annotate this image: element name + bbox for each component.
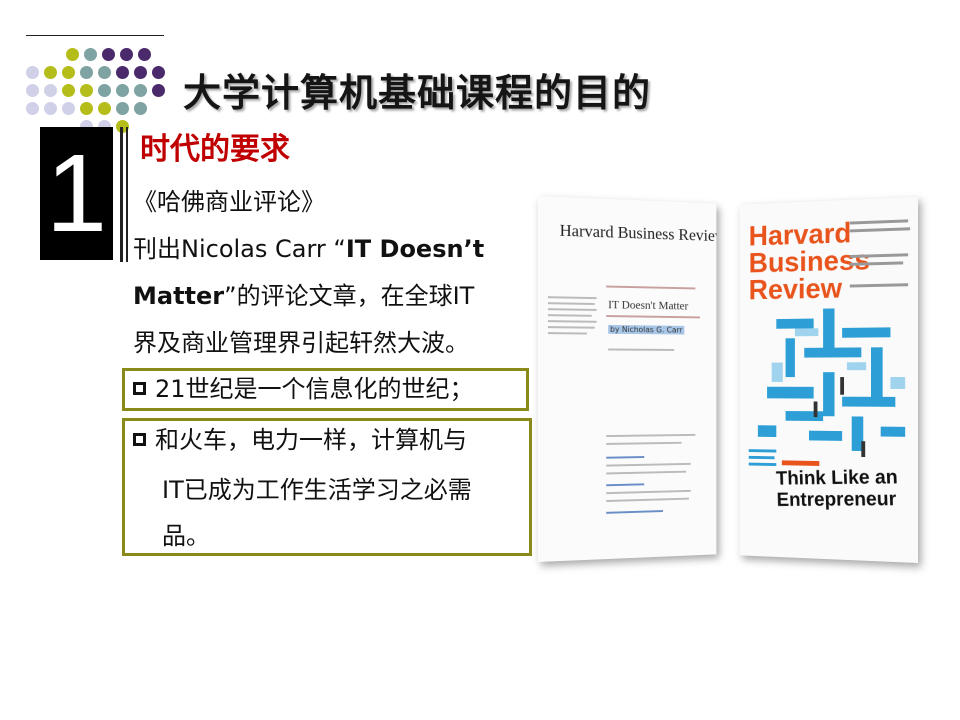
dot	[44, 84, 57, 97]
text-line	[547, 302, 595, 305]
text-line	[547, 320, 597, 323]
dot	[26, 66, 39, 79]
bullet-item: 21世纪是一个信息化的世纪；	[133, 374, 474, 404]
dot	[26, 84, 39, 97]
dot	[98, 66, 111, 79]
decorative-top-line	[26, 35, 164, 36]
dot	[138, 48, 151, 61]
dot	[44, 66, 57, 79]
text-line	[547, 332, 587, 335]
dot	[116, 102, 129, 115]
dot	[134, 84, 147, 97]
maze-illustration	[757, 308, 906, 458]
dot	[66, 48, 79, 61]
cover-text-line	[748, 462, 777, 467]
dot	[62, 102, 75, 115]
bullet-text: 和火车，电力一样，计算机与	[155, 426, 467, 454]
text-line	[606, 497, 689, 503]
bullet-text: 21世纪是一个信息化的世纪；	[155, 375, 474, 403]
bullet-text: IT已成为工作生活学习之必需	[162, 476, 472, 504]
magazine-cover-image: Harvard Business Review Think Like an En…	[739, 197, 918, 563]
magazine-cover-headline: Think Like an Entrepreneur	[776, 466, 899, 510]
cover-text-line	[748, 449, 777, 453]
text-line	[606, 462, 691, 467]
slide-title: 大学计算机基础课程的目的	[183, 71, 652, 115]
cover-text-line	[849, 283, 909, 288]
masthead-line: Review	[748, 272, 843, 307]
article-title-text: IT Doesn’t	[345, 235, 485, 263]
dot	[44, 102, 57, 115]
paragraph-line: 界及商业管理界引起轩然大波。	[133, 329, 469, 357]
checkbox-square-icon	[133, 381, 146, 395]
text-line	[606, 433, 696, 438]
dot	[98, 84, 111, 97]
dot	[98, 102, 111, 115]
paragraph-text: ”的评论文章，在全球IT	[224, 282, 475, 310]
magazine-masthead: Harvard Business Review	[559, 220, 717, 246]
paragraph-text: 刊出Nicolas Carr “	[133, 235, 346, 263]
text-line	[606, 470, 687, 475]
rule-line	[606, 315, 700, 319]
text-line	[547, 314, 592, 317]
text-line	[606, 489, 691, 495]
cover-text-line	[849, 253, 909, 258]
text-line	[547, 308, 597, 311]
dot	[80, 102, 93, 115]
dot	[134, 102, 147, 115]
divider-bar	[126, 127, 128, 262]
cover-tag	[781, 460, 820, 466]
dot	[116, 84, 129, 97]
dot	[102, 48, 115, 61]
text-line	[547, 296, 597, 300]
cover-text-line	[748, 455, 775, 460]
paragraph-line: Matter”的评论文章，在全球IT	[133, 273, 533, 320]
dot	[80, 66, 93, 79]
headline-line: Think Like an	[775, 466, 899, 490]
dot	[26, 102, 39, 115]
paragraph-line: 《哈佛商业评论》	[133, 188, 325, 216]
headline-line: Entrepreneur	[776, 488, 897, 511]
text-line	[608, 348, 675, 351]
dot	[152, 84, 165, 97]
magazine-byline: by Nicholas G. Carr	[608, 324, 685, 335]
text-line	[606, 510, 663, 514]
section-number: 1	[45, 132, 108, 255]
bullet-item: 和火车，电力一样，计算机与	[133, 425, 467, 455]
text-line	[606, 483, 645, 487]
dot	[62, 66, 75, 79]
bullet-text: 品。	[162, 522, 210, 550]
paragraph-line: 刊出Nicolas Carr “IT Doesn’t	[133, 226, 533, 273]
paragraph: 《哈佛商业评论》 刊出Nicolas Carr “IT Doesn’t Matt…	[133, 179, 533, 367]
magazine-article-title: IT Doesn't Matter	[608, 297, 689, 313]
dot	[120, 48, 133, 61]
dot	[62, 84, 75, 97]
dot	[84, 48, 97, 61]
magazine-article-page-image: Harvard Business Review IT Doesn't Matte…	[538, 196, 717, 562]
cover-text-line	[849, 261, 904, 266]
rule-line	[606, 285, 696, 290]
text-line	[547, 326, 595, 329]
dot	[152, 66, 165, 79]
dot	[116, 66, 129, 79]
text-line	[606, 456, 645, 459]
dot	[80, 84, 93, 97]
article-title-text: Matter	[133, 282, 225, 310]
text-line	[606, 441, 682, 445]
divider-bar	[120, 127, 123, 262]
section-title: 时代的要求	[140, 132, 290, 167]
dot	[134, 66, 147, 79]
checkbox-square-icon	[133, 432, 146, 446]
